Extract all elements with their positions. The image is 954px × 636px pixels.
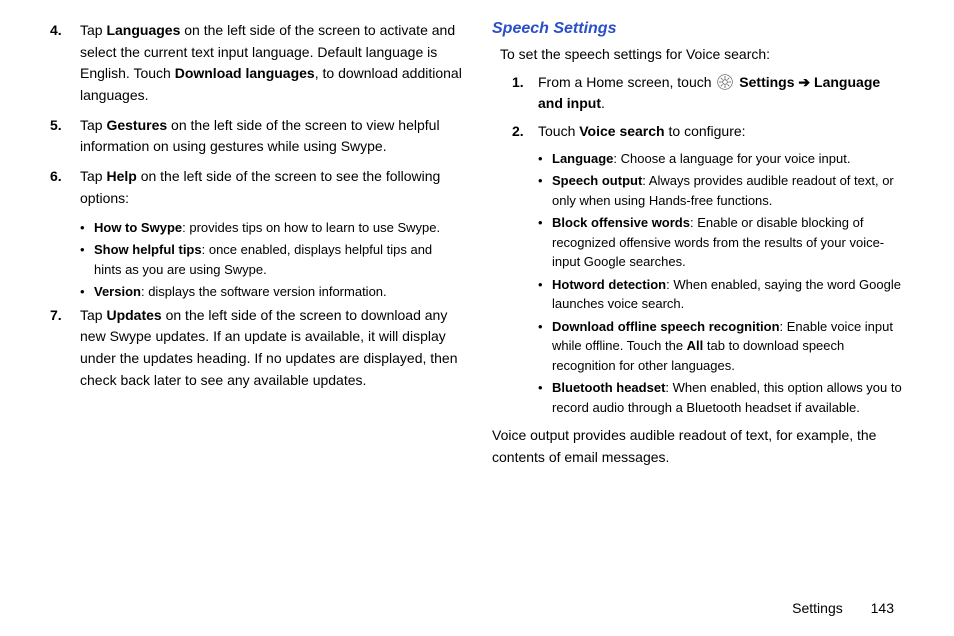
step-text: Tap Gestures on the left side of the scr… <box>80 115 462 158</box>
bullet-text: Download offline speech recognition: Ena… <box>552 317 904 376</box>
bullet-show-helpful-tips: • Show helpful tips: once enabled, displ… <box>80 240 462 279</box>
bullet-dot: • <box>80 218 94 238</box>
bullet-dot: • <box>80 240 94 279</box>
bold-text: Language <box>552 151 613 166</box>
text: From a Home screen, touch <box>538 74 715 90</box>
text: . <box>601 95 605 111</box>
step-2-right: 2. Touch Voice search to configure: <box>512 121 904 143</box>
arrow-icon: ➔ <box>798 74 810 90</box>
footer-page-number: 143 <box>871 600 894 616</box>
bullet-bluetooth: • Bluetooth headset: When enabled, this … <box>538 378 904 417</box>
bold-text: All <box>687 338 704 353</box>
bold-text: Gestures <box>106 117 167 133</box>
bullet-text: Hotword detection: When enabled, saying … <box>552 275 904 314</box>
bullet-dot: • <box>538 171 552 210</box>
bullet-dot: • <box>538 317 552 376</box>
bold-text: Version <box>94 284 141 299</box>
text: : displays the software version informat… <box>141 284 387 299</box>
left-column: 4. Tap Languages on the left side of the… <box>50 20 462 469</box>
step-text: From a Home screen, touch Settings ➔ Lan… <box>538 72 904 115</box>
text: Tap <box>80 117 106 133</box>
bullet-speech-output: • Speech output: Always provides audible… <box>538 171 904 210</box>
bold-text: Hotword detection <box>552 277 666 292</box>
footer-section: Settings <box>792 600 843 616</box>
step-1-right: 1. From a Home screen, touch Settings ➔ … <box>512 72 904 115</box>
text: : Choose a language for your voice input… <box>613 151 850 166</box>
bullet-text: Show helpful tips: once enabled, display… <box>94 240 462 279</box>
bullet-dot: • <box>80 282 94 302</box>
step-number: 7. <box>50 305 80 392</box>
bullet-hotword: • Hotword detection: When enabled, sayin… <box>538 275 904 314</box>
step-number: 2. <box>512 121 538 143</box>
step-4: 4. Tap Languages on the left side of the… <box>50 20 462 107</box>
bullet-version: • Version: displays the software version… <box>80 282 462 302</box>
bold-text: Download offline speech recognition <box>552 319 780 334</box>
bullet-dot: • <box>538 275 552 314</box>
bullet-text: Speech output: Always provides audible r… <box>552 171 904 210</box>
step-text: Tap Help on the left side of the screen … <box>80 166 462 209</box>
bold-text: Bluetooth headset <box>552 380 665 395</box>
two-column-layout: 4. Tap Languages on the left side of the… <box>50 20 904 469</box>
intro-text: To set the speech settings for Voice sea… <box>500 44 904 66</box>
step-7: 7. Tap Updates on the left side of the s… <box>50 305 462 392</box>
text: Tap <box>80 22 106 38</box>
section-title: Speech Settings <box>492 20 904 38</box>
bullet-text: How to Swype: provides tips on how to le… <box>94 218 462 238</box>
text: to configure: <box>665 123 746 139</box>
step-text: Tap Updates on the left side of the scre… <box>80 305 462 392</box>
text: Tap <box>80 168 106 184</box>
text: : provides tips on how to learn to use S… <box>182 220 440 235</box>
step-number: 4. <box>50 20 80 107</box>
bold-text: Languages <box>106 22 180 38</box>
settings-gear-icon <box>717 74 733 90</box>
bullet-language: • Language: Choose a language for your v… <box>538 149 904 169</box>
right-column: Speech Settings To set the speech settin… <box>492 20 904 469</box>
text: Touch <box>538 123 579 139</box>
step-text: Touch Voice search to configure: <box>538 121 904 143</box>
step-number: 5. <box>50 115 80 158</box>
step-text: Tap Languages on the left side of the sc… <box>80 20 462 107</box>
bold-text: Help <box>106 168 136 184</box>
page-footer: Settings 143 <box>792 600 894 616</box>
closing-text: Voice output provides audible readout of… <box>492 425 904 468</box>
step-number: 6. <box>50 166 80 209</box>
bullet-text: Language: Choose a language for your voi… <box>552 149 904 169</box>
bullet-text: Version: displays the software version i… <box>94 282 462 302</box>
bold-text: Show helpful tips <box>94 242 202 257</box>
bold-text: Settings <box>735 74 798 90</box>
bullet-how-to-swype: • How to Swype: provides tips on how to … <box>80 218 462 238</box>
bullet-dot: • <box>538 213 552 272</box>
text: Tap <box>80 307 106 323</box>
bold-text: Voice search <box>579 123 664 139</box>
bold-text: Block offensive words <box>552 215 690 230</box>
step-5: 5. Tap Gestures on the left side of the … <box>50 115 462 158</box>
step-number: 1. <box>512 72 538 115</box>
bullet-text: Block offensive words: Enable or disable… <box>552 213 904 272</box>
bullet-text: Bluetooth headset: When enabled, this op… <box>552 378 904 417</box>
bold-text: Speech output <box>552 173 642 188</box>
bold-text: How to Swype <box>94 220 182 235</box>
bullet-dot: • <box>538 378 552 417</box>
bullet-download-offline: • Download offline speech recognition: E… <box>538 317 904 376</box>
step-6: 6. Tap Help on the left side of the scre… <box>50 166 462 209</box>
bullet-block-offensive: • Block offensive words: Enable or disab… <box>538 213 904 272</box>
bold-text: Download languages <box>175 65 315 81</box>
bullet-dot: • <box>538 149 552 169</box>
bold-text: Updates <box>106 307 161 323</box>
